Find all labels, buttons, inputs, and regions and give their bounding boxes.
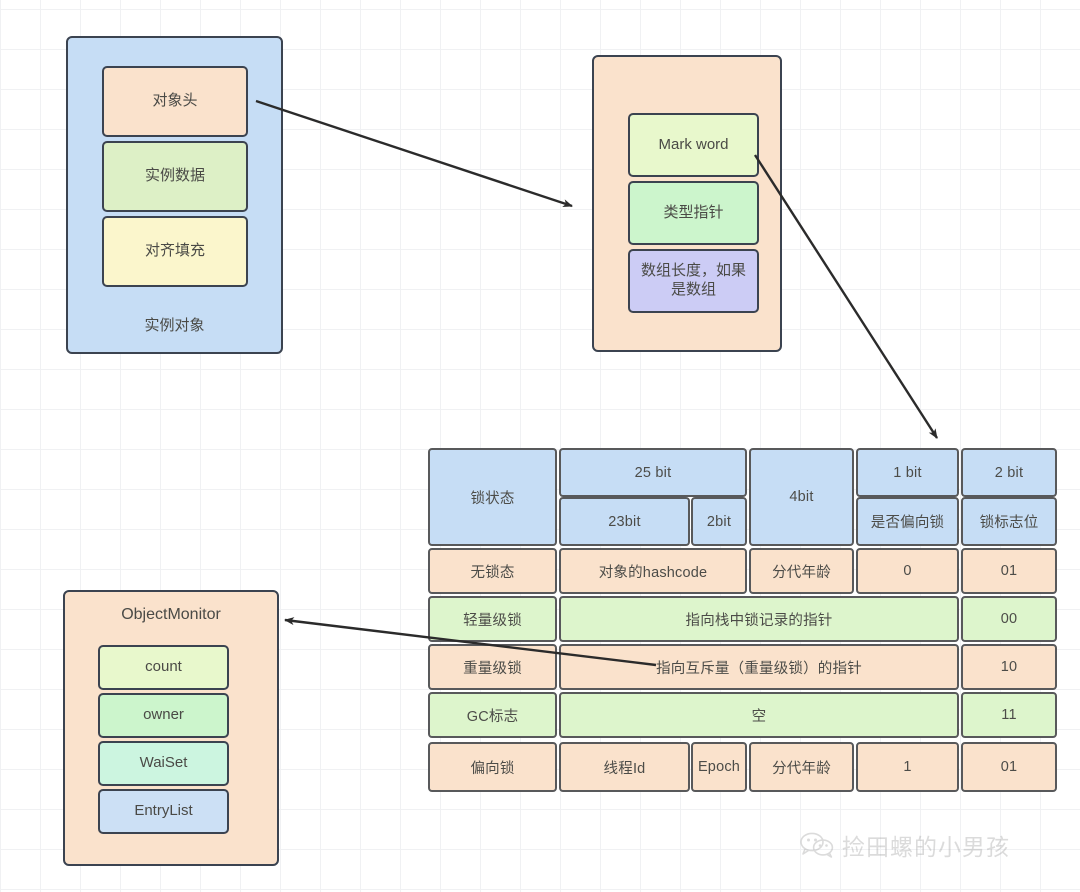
object-monitor-row-3-label: EntryList [134, 802, 193, 820]
table-row-0-cell-2-label: 0 [903, 563, 912, 579]
table-header-1bit-label: 1 bit [893, 464, 922, 481]
table-row-4-cell-1: Epoch [691, 742, 747, 792]
object-header-row-2-label: 数组长度，如果是数组 [640, 262, 746, 298]
table-header-4bit: 4bit [749, 448, 854, 546]
table-row-0-cell-2: 0 [856, 548, 959, 594]
table-row-4-cell-4: 01 [961, 742, 1057, 792]
table-row-3-state: GC标志 [428, 692, 557, 738]
table-row-4-cell-3-label: 1 [903, 759, 912, 775]
wechat-icon [800, 832, 834, 858]
object-header-row-1: 类型指针 [628, 181, 759, 245]
table-header-2bit: 2 bit [961, 448, 1057, 497]
table-row-0-state: 无锁态 [428, 548, 557, 594]
object-monitor-row-2-label: WaiSet [139, 754, 188, 772]
object-monitor-row-0: count [98, 645, 229, 690]
table-row-1-state: 轻量级锁 [428, 596, 557, 642]
table-header-biased-lock-label: 是否偏向锁 [870, 515, 945, 531]
table-row-4-state: 偏向锁 [428, 742, 557, 792]
table-row-4-state-label: 偏向锁 [470, 760, 515, 777]
instance-object-row-2-label: 对齐填充 [144, 242, 205, 260]
table-header-4bit-label: 4bit [789, 489, 814, 505]
object-monitor-row-1: owner [98, 693, 229, 738]
table-row-4-cell-2: 分代年龄 [749, 742, 854, 792]
table-row-2-cell-1: 10 [961, 644, 1057, 690]
table-row-1-state-label: 轻量级锁 [463, 612, 522, 629]
diagram-canvas: 对象头 实例数据 对齐填充 实例对象 Mark word 类型指针 数组长度，如… [0, 0, 1080, 892]
object-header-row-0-label: Mark word [658, 135, 729, 153]
table-row-4-cell-2-label: 分代年龄 [772, 760, 831, 777]
table-header-2bit-sub-label: 2bit [706, 513, 732, 530]
table-row-2-state-label: 重量级锁 [463, 660, 522, 677]
instance-object-row-0-label: 对象头 [152, 92, 198, 110]
instance-object-row-2: 对齐填充 [102, 216, 248, 287]
table-row-1-cell-1: 00 [961, 596, 1057, 642]
table-row-0-cell-1-label: 分代年龄 [772, 564, 831, 581]
object-monitor-title: ObjectMonitor [121, 606, 221, 623]
instance-object-row-1: 实例数据 [102, 141, 248, 212]
table-row-2-cell-0-label: 指向互斥量（重量级锁）的指针 [656, 660, 862, 677]
object-monitor-row-2: WaiSet [98, 741, 229, 786]
table-row-1-cell-0: 指向栈中锁记录的指针 [559, 596, 959, 642]
arrow-markword-to-table [753, 154, 939, 439]
table-row-1-cell-1-label: 00 [1000, 611, 1018, 627]
table-row-4-cell-0: 线程Id [559, 742, 690, 792]
table-row-3-cell-0-label: 空 [751, 708, 767, 725]
watermark-text: 捡田螺的小男孩 [842, 835, 1010, 861]
object-monitor-row-3: EntryList [98, 789, 229, 834]
table-header-2bit-label: 2 bit [994, 464, 1024, 481]
table-header-1bit: 1 bit [856, 448, 959, 497]
table-row-3-cell-1-label: 11 [1001, 707, 1017, 723]
instance-object-caption: 实例对象 [144, 317, 205, 334]
table-row-3-cell-1: 11 [961, 692, 1057, 738]
table-row-1-cell-0-label: 指向栈中锁记录的指针 [685, 612, 833, 629]
object-header-row-2: 数组长度，如果是数组 [628, 249, 759, 313]
table-header-state-label: 锁状态 [470, 490, 515, 507]
table-header-2bit-sub: 2bit [691, 497, 747, 546]
object-header-row-1-label: 类型指针 [663, 203, 724, 221]
object-monitor-row-0-label: count [145, 658, 182, 676]
table-header-23bit-label: 23bit [608, 513, 641, 530]
table-row-4-cell-1-label: Epoch [697, 759, 741, 775]
watermark: 捡田螺的小男孩 [800, 828, 1010, 862]
instance-object-row-1-label: 实例数据 [144, 167, 205, 185]
table-header-25bit-label: 25 bit [634, 464, 672, 481]
table-row-3-cell-0: 空 [559, 692, 959, 738]
table-row-2-state: 重量级锁 [428, 644, 557, 690]
object-monitor-row-1-label: owner [143, 706, 184, 724]
table-row-0-state-label: 无锁态 [470, 564, 515, 581]
instance-object-row-0: 对象头 [102, 66, 248, 137]
arrow-object-head-to-header [255, 99, 573, 208]
table-row-0-cell-0: 对象的hashcode [559, 548, 747, 594]
table-row-2-cell-0: 指向互斥量（重量级锁）的指针 [559, 644, 959, 690]
table-row-0-cell-1: 分代年龄 [749, 548, 854, 594]
table-row-3-state-label: GC标志 [466, 708, 519, 725]
object-header-row-0: Mark word [628, 113, 759, 177]
table-header-25bit: 25 bit [559, 448, 747, 497]
table-row-4-cell-3: 1 [856, 742, 959, 792]
table-header-lock-flag-label: 锁标志位 [979, 515, 1039, 531]
table-header-23bit: 23bit [559, 497, 690, 546]
table-row-4-cell-0-label: 线程Id [603, 760, 646, 777]
table-header-state: 锁状态 [428, 448, 557, 546]
table-header-biased-lock: 是否偏向锁 [856, 497, 959, 546]
table-row-4-cell-4-label: 01 [1000, 759, 1018, 775]
table-row-0-cell-3: 01 [961, 548, 1057, 594]
table-row-0-cell-0-label: 对象的hashcode [598, 564, 708, 581]
table-row-2-cell-1-label: 10 [1000, 659, 1018, 675]
table-row-0-cell-3-label: 01 [1000, 563, 1018, 579]
table-header-lock-flag: 锁标志位 [961, 497, 1057, 546]
